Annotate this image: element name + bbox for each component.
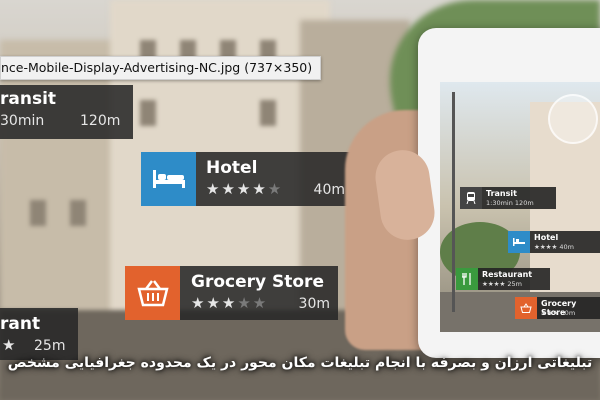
fork-knife-icon [456, 268, 478, 290]
card-subtitle: ★★★★ 40m [534, 243, 574, 251]
window [30, 200, 46, 226]
card-title: Hotel [206, 158, 258, 178]
train-icon [460, 187, 482, 209]
phone-card-restaurant: Restaurant ★★★★ 25m [456, 268, 550, 290]
card-title: Hotel [534, 233, 559, 242]
caption-text: تبلیغاتی ارزان و بصرفه با انجام تبلیغات … [7, 355, 593, 371]
card-distance: 30m [298, 296, 330, 312]
ar-card-transit: ransit 30min 120m [0, 85, 133, 139]
window [260, 100, 276, 126]
card-title: ransit [0, 89, 57, 109]
basket-icon [125, 266, 180, 320]
phone-card-grocery: Grocery Store ★★★ 30m [515, 297, 600, 319]
star-rating: ★ [2, 336, 18, 354]
star-rating: ★★★★★ [206, 180, 284, 198]
lamp-post [452, 92, 455, 312]
window [70, 200, 86, 226]
card-distance: 120m [80, 113, 121, 129]
card-title: Restaurant [482, 270, 533, 279]
card-distance: 40m [313, 182, 345, 198]
compass-icon [548, 94, 598, 144]
star-rating: ★★★★★ [191, 294, 269, 312]
card-distance: 25m [34, 338, 66, 354]
phone-card-transit: Transit 1:30min 120m [460, 187, 556, 209]
card-subtitle: 1:30min 120m [486, 199, 534, 207]
card-subtitle: ★★★★ 25m [482, 280, 522, 288]
card-subtitle: ★★★ 30m [541, 309, 576, 317]
card-time: 30min [0, 113, 45, 129]
card-title: Grocery Store [191, 272, 324, 292]
ar-card-grocery: Grocery Store ★★★★★ 30m [125, 266, 338, 320]
phone-card-hotel: Hotel ★★★★ 40m [508, 231, 600, 253]
bed-icon [141, 152, 196, 206]
ar-card-hotel: Hotel ★★★★★ 40m [141, 152, 353, 206]
card-title: Transit [486, 189, 517, 198]
basket-icon [515, 297, 537, 319]
window [140, 100, 156, 126]
card-title: rant [0, 314, 41, 334]
bed-icon [508, 231, 530, 253]
ar-card-restaurant: rant ★ 25m [0, 308, 78, 360]
image-filename-tooltip: nce-Mobile-Display-Advertising-NC.jpg (7… [0, 56, 322, 80]
